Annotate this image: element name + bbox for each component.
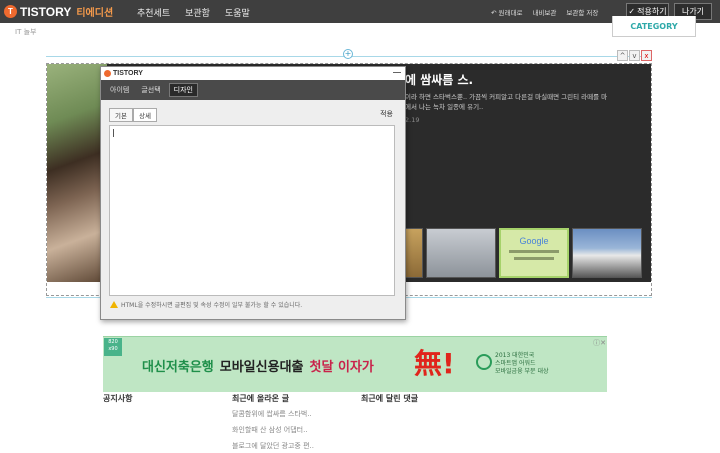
move-up-icon[interactable]: ^ [617, 50, 628, 61]
nav-archive[interactable]: 보관함 [185, 6, 210, 19]
tab-design[interactable]: 디자인 [168, 83, 198, 97]
editor-header[interactable]: TISTORY — [101, 67, 405, 80]
award-icon [476, 354, 492, 370]
minimize-icon[interactable]: — [393, 68, 401, 77]
add-module-icon[interactable]: + [343, 49, 353, 59]
breadcrumb: IT 놀부 [15, 28, 37, 36]
slide-title[interactable]: 에 쌈싸름 스. [405, 71, 473, 88]
tab-post-select[interactable]: 글선택 [137, 83, 164, 97]
html-code-textarea[interactable] [109, 125, 395, 296]
editor-warning-text: HTML을 수정하시면 글편집 및 속성 수정이 일부 불가능 할 수 있습니다… [121, 302, 303, 309]
subtab-basic[interactable]: 기본 [109, 108, 133, 122]
edition-label: 티에디션 [76, 8, 114, 19]
warning-icon [110, 301, 118, 308]
thumbnail-text-line [509, 250, 559, 253]
main-nav: 추천세트 보관함 도움말 [137, 6, 250, 19]
google-logo-text: Google [519, 236, 549, 246]
thumbnail-1[interactable] [405, 228, 423, 278]
text-cursor [113, 129, 114, 137]
logo-text: TISTORY [20, 4, 72, 19]
editor-warning: HTML을 수정하시면 글편집 및 속성 수정이 일부 불가능 할 수 있습니다… [110, 300, 302, 309]
ad-big-text: 無! [414, 347, 455, 380]
ad-info-icon[interactable]: ⓘ✕ [593, 338, 606, 348]
recent-post-item[interactable]: 블로그에 달았던 광고중 편.. [232, 441, 314, 451]
editor-title: TISTORY [113, 70, 143, 77]
editor-tabs: 아이템 글선택 디자인 [101, 80, 405, 100]
ad-headline: 대신저축은행 모바일신용대출 첫달 이자가 [142, 356, 374, 375]
tistory-mini-icon [104, 70, 111, 77]
recent-posts-heading: 최근에 올라온 글 [232, 394, 290, 403]
recent-post-item[interactable]: 달콤함위에 쌉싸름 스타벅.. [232, 409, 312, 419]
save-archive-link[interactable]: 보관함 저장 [566, 7, 598, 17]
revert-link[interactable]: ↶ 원래대로 [491, 7, 522, 17]
subtab-detail[interactable]: 상세 [132, 108, 157, 122]
ad-size-badge: 820 x90 [104, 338, 122, 356]
ad-award-text: 2013 대한민국 스마트앱 어워드 모바일금융 부문 대상 [495, 352, 549, 375]
thumbnail-3[interactable]: Google [499, 228, 569, 278]
banner-ad[interactable]: 820 x90 대신저축은행 모바일신용대출 첫달 이자가 無! 2013 대한… [103, 336, 607, 392]
slide-description: 이라 하면 스타벅스뿐.. 가끔씩 커피알고 다른걸 마실때면 그린티 라떼를 … [405, 93, 608, 111]
move-down-icon[interactable]: v [629, 50, 640, 61]
tistory-logo[interactable]: T TISTORY 티에디션 [4, 4, 113, 19]
ad-product: 모바일신용대출 [219, 360, 304, 375]
right-links: ↶ 원래대로 내비보관 보관함 저장 [491, 7, 598, 17]
html-editor-panel: TISTORY — 아이템 글선택 디자인 기본 상세 적용 HTML을 수정하… [100, 66, 406, 320]
category-button[interactable]: CATEGORY [612, 16, 696, 37]
nav-recommended-sets[interactable]: 추천세트 [137, 6, 170, 19]
slide-date: 2.19 [405, 116, 420, 124]
thumbnail-text-line [514, 257, 554, 260]
thumbnail-4[interactable] [572, 228, 642, 278]
slider-thumbnails: Google [405, 228, 642, 278]
notice-heading: 공지사항 [103, 394, 133, 403]
editor-subtabs: 기본 상세 [109, 108, 157, 122]
preview-link[interactable]: 내비보관 [532, 7, 556, 17]
check-icon: ✓ [628, 7, 636, 16]
tistory-logo-icon: T [4, 5, 17, 18]
ad-bank-name: 대신저축은행 [142, 360, 214, 375]
thumbnail-2[interactable] [426, 228, 496, 278]
recent-post-item[interactable]: 화인할때 산 삼성 어댑터.. [232, 425, 308, 435]
ad-offer: 첫달 이자가 [309, 360, 374, 375]
editor-apply-button[interactable]: 적용 [380, 109, 393, 119]
tab-item[interactable]: 아이템 [106, 83, 133, 97]
remove-module-icon[interactable]: x [641, 50, 652, 61]
nav-help[interactable]: 도움말 [225, 6, 250, 19]
recent-comments-heading: 최근에 달린 댓글 [361, 394, 419, 403]
featured-photo[interactable] [47, 64, 107, 282]
